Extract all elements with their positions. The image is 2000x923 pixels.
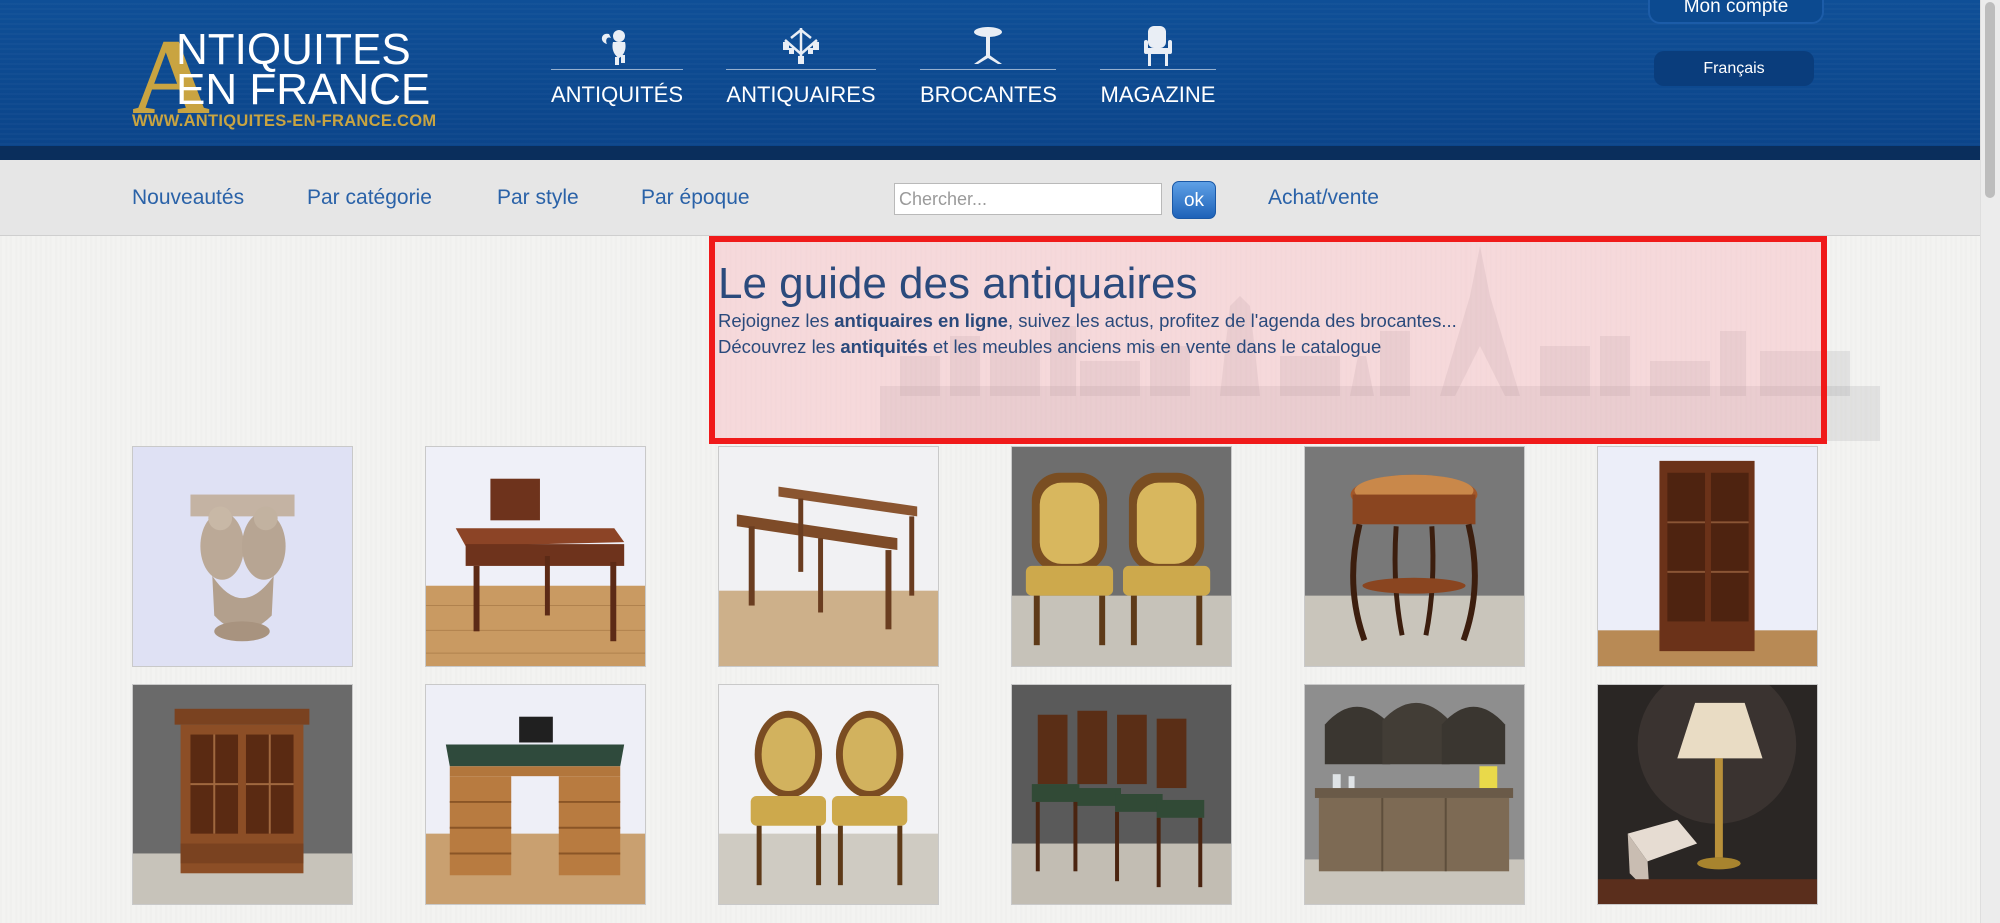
- header-bottom-band: [0, 146, 1980, 160]
- link-antiquaires-en-ligne[interactable]: antiquaires en ligne: [834, 310, 1008, 331]
- site-logo[interactable]: A NTIQUITES EN FRANCE WWW.ANTIQUITES-EN-…: [132, 24, 442, 132]
- medallion-chairs-image: [719, 685, 938, 904]
- scrollbar-thumb[interactable]: [1985, 2, 1995, 198]
- nav-antiquites[interactable]: ANTIQUITÉS: [551, 24, 683, 108]
- product-thumbnail-lamp[interactable]: [1597, 684, 1818, 905]
- nav-label: ANTIQUAIRES: [726, 82, 876, 107]
- product-thumbnail-desk[interactable]: [425, 446, 646, 667]
- nav-separator: [920, 69, 1056, 70]
- hero-intro-line-2: Découvrez les antiquités et les meubles …: [718, 336, 1381, 358]
- logo-url: WWW.ANTIQUITES-EN-FRANCE.COM: [132, 112, 437, 130]
- atlantes-console-image: [133, 447, 352, 666]
- oak-benches-image: [719, 447, 938, 666]
- search-input[interactable]: [894, 183, 1162, 215]
- logo-line-2: EN FRANCE: [176, 65, 431, 114]
- link-antiquites[interactable]: antiquités: [840, 336, 927, 357]
- walnut-cabinet-image: [133, 685, 352, 904]
- product-thumbnail-bookcase[interactable]: [1597, 446, 1818, 667]
- product-thumbnail-chairs[interactable]: [718, 684, 939, 905]
- marquetry-table-image: [1305, 447, 1524, 666]
- product-thumbnail-benches[interactable]: [718, 446, 939, 667]
- nav-antiquaires[interactable]: ANTIQUAIRES: [726, 24, 876, 108]
- table-lamp-image: [1598, 685, 1817, 904]
- subnav-par-categorie[interactable]: Par catégorie: [307, 186, 432, 210]
- mirrored-sideboard-image: [1305, 685, 1524, 904]
- nav-label: BROCANTES: [920, 82, 1057, 107]
- product-thumbnail-sculpture[interactable]: [132, 446, 353, 667]
- glass-bookcase-image: [1598, 447, 1817, 666]
- hero-line2-post: et les meubles anciens mis en vente dans…: [927, 336, 1382, 357]
- nav-magazine[interactable]: MAGAZINE: [1100, 24, 1216, 108]
- nav-brocantes[interactable]: BROCANTES: [920, 24, 1057, 108]
- search-submit-button[interactable]: ok: [1172, 181, 1216, 219]
- hero-intro-line-1: Rejoignez les antiquaires en ligne, suiv…: [718, 310, 1457, 332]
- hero-title: Le guide des antiquaires: [718, 259, 1198, 308]
- subnav-achat-vente[interactable]: Achat/vente: [1268, 186, 1379, 210]
- pair-armchairs-image: [1012, 447, 1231, 666]
- chandelier-icon: [783, 28, 819, 64]
- armchair-icon: [1144, 26, 1172, 66]
- account-button[interactable]: Mon compte: [1648, 0, 1824, 24]
- product-thumbnail-side-table[interactable]: [1304, 446, 1525, 667]
- hero-line2-pre: Découvrez les: [718, 336, 841, 357]
- language-selector[interactable]: Français: [1654, 51, 1814, 86]
- pedestal-table-icon: [974, 27, 1002, 64]
- product-thumbnail-armchairs[interactable]: [1011, 446, 1232, 667]
- cherub-icon: [601, 30, 626, 65]
- hero-line1-pre: Rejoignez les: [718, 310, 835, 331]
- dining-chairs-set-image: [1012, 685, 1231, 904]
- product-thumbnail-dining-chairs[interactable]: [1011, 684, 1232, 905]
- nav-label: ANTIQUITÉS: [551, 82, 684, 107]
- subnav-nouveautes[interactable]: Nouveautés: [132, 186, 244, 210]
- subnav-par-epoque[interactable]: Par époque: [641, 186, 750, 210]
- product-thumbnail-pedestal-desk[interactable]: [425, 684, 646, 905]
- nav-separator: [1100, 69, 1216, 70]
- product-thumbnail-cabinet[interactable]: [132, 684, 353, 905]
- nav-separator: [551, 69, 683, 70]
- nav-label: MAGAZINE: [1100, 82, 1216, 107]
- pedestal-desk-image: [426, 685, 645, 904]
- product-thumbnail-sideboard[interactable]: [1304, 684, 1525, 905]
- mahogany-desk-image: [426, 447, 645, 666]
- nav-separator: [726, 69, 876, 70]
- subnav-par-style[interactable]: Par style: [497, 186, 579, 210]
- hero-line1-post: , suivez les actus, profitez de l'agenda…: [1007, 310, 1457, 331]
